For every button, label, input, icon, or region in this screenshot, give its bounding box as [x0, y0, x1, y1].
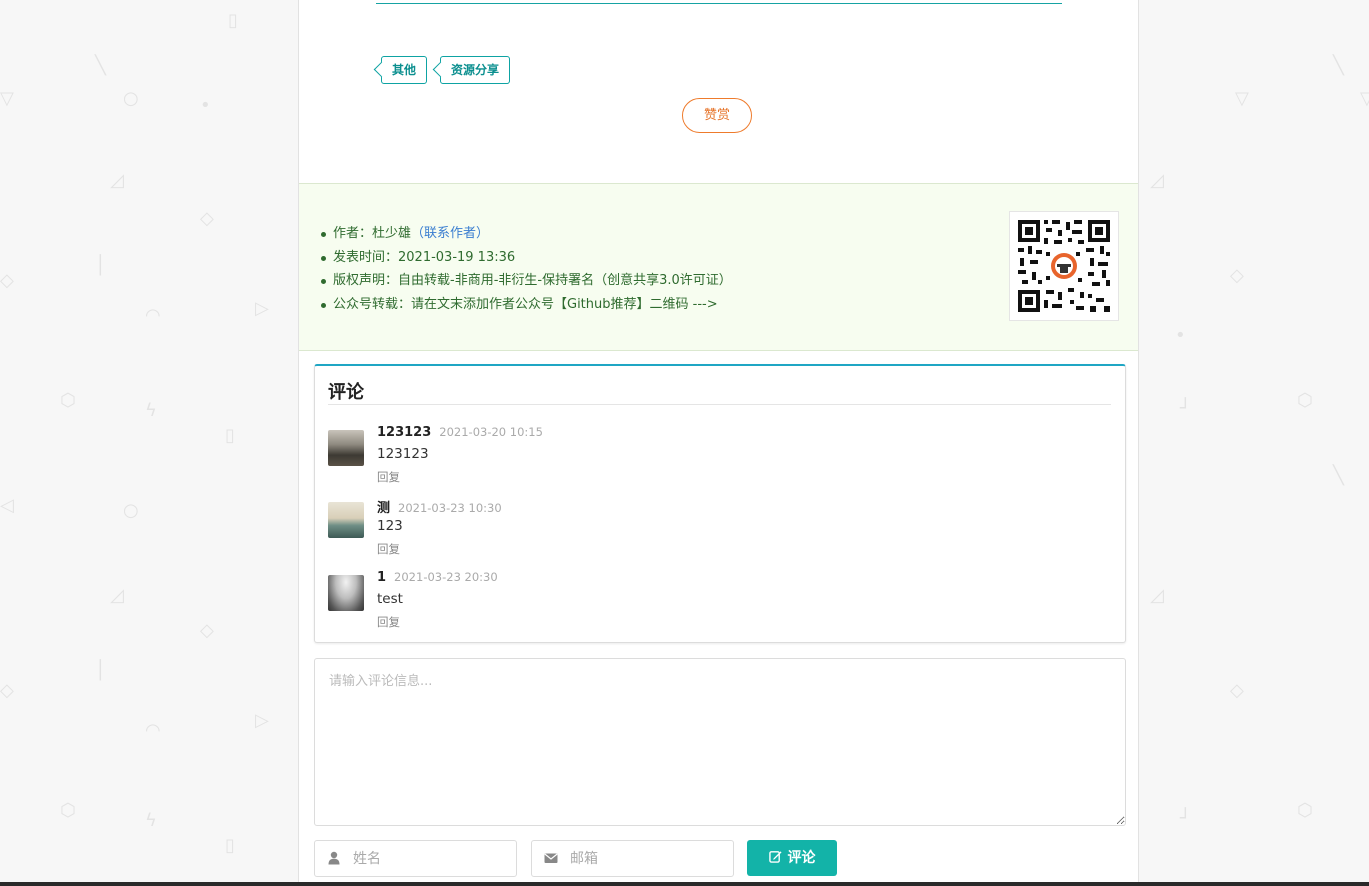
wechat-qr-code — [1009, 211, 1119, 321]
comment-text: 123123 — [377, 446, 429, 462]
avatar — [328, 575, 364, 611]
comment-author: 1 — [377, 570, 387, 585]
author-info-panel: 作者：杜少雄（联系作者） 发表时间：2021-03-19 13:36 版权声明：… — [299, 183, 1138, 351]
user-icon — [328, 851, 340, 865]
author-name: 杜少雄 — [372, 226, 412, 241]
qr-code-icon — [1010, 212, 1118, 320]
email-field[interactable] — [531, 840, 734, 877]
comment-content-input[interactable] — [314, 658, 1126, 826]
avatar — [328, 430, 364, 466]
submit-comment-button[interactable]: 评论 — [747, 840, 837, 876]
email-input[interactable] — [568, 847, 727, 871]
tag-other[interactable]: 其他 — [381, 56, 428, 84]
comment-item: 123123 2021-03-20 10:15 123123 回复 — [328, 425, 1088, 487]
submit-label: 评论 — [787, 850, 816, 866]
comment-meta: 1 2021-03-23 20:30 — [377, 570, 498, 585]
comment-author: 测 — [377, 501, 391, 516]
comment-item: 1 2021-03-23 20:30 test 回复 — [328, 570, 1088, 632]
edit-icon — [768, 851, 782, 863]
article-container: 其他 资源分享 赞赏 作者：杜少雄（联系作者） 发表时间：2021-03-19 … — [298, 0, 1139, 886]
reward-button[interactable]: 赞赏 — [682, 98, 752, 133]
comment-item: 测 2021-03-23 10:30 123 回复 — [328, 497, 1088, 559]
info-list: 作者：杜少雄（联系作者） 发表时间：2021-03-19 13:36 版权声明：… — [319, 222, 732, 316]
info-author: 作者：杜少雄（联系作者） — [319, 222, 732, 246]
info-copyright: 版权声明：自由转载-非商用-非衍生-保持署名（创意共享3.0许可证） — [319, 269, 732, 293]
bottom-bar — [0, 882, 1369, 886]
comment-meta: 测 2021-03-23 10:30 — [377, 497, 502, 516]
reply-link[interactable]: 回复 — [377, 469, 400, 485]
comment-text: test — [377, 591, 403, 607]
comment-time: 2021-03-20 10:15 — [439, 425, 543, 439]
info-publish-time: 发表时间：2021-03-19 13:36 — [319, 246, 732, 270]
reply-link[interactable]: 回复 — [377, 614, 400, 630]
comments-title: 评论 — [328, 382, 364, 403]
comment-time: 2021-03-23 10:30 — [398, 501, 502, 515]
info-wechat-note: 公众号转载：请在文末添加作者公众号【Github推荐】二维码 ---> — [319, 293, 732, 317]
name-input[interactable] — [351, 847, 510, 871]
comment-text: 123 — [377, 518, 403, 534]
comment-meta: 123123 2021-03-20 10:15 — [377, 425, 543, 440]
tag-list: 其他 资源分享 — [381, 56, 511, 84]
comments-divider — [328, 404, 1111, 405]
envelope-icon — [544, 853, 558, 863]
divider — [376, 3, 1062, 4]
contact-author-link[interactable]: （联系作者） — [411, 226, 489, 241]
comment-time: 2021-03-23 20:30 — [394, 570, 498, 584]
name-field[interactable] — [314, 840, 517, 877]
avatar — [328, 502, 364, 538]
comments-panel: 评论 123123 2021-03-20 10:15 123123 回复 测 202… — [314, 364, 1126, 643]
reply-link[interactable]: 回复 — [377, 541, 400, 557]
comment-author: 123123 — [377, 425, 432, 440]
tag-resource-share[interactable]: 资源分享 — [440, 56, 511, 84]
